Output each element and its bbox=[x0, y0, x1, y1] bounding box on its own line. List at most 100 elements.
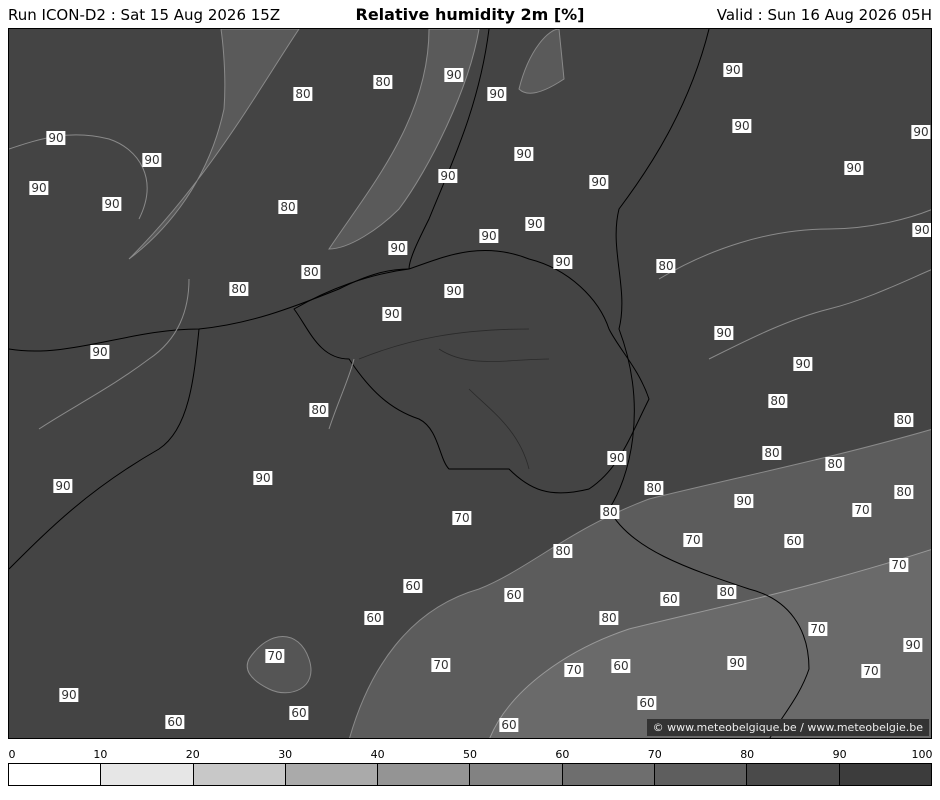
contour-label: 60 bbox=[165, 715, 185, 729]
contour-label: 80 bbox=[768, 394, 788, 408]
contour-label: 90 bbox=[607, 451, 627, 465]
legend-tick-label: 30 bbox=[278, 748, 293, 761]
contour-label: 70 bbox=[431, 658, 451, 672]
contour-label: 60 bbox=[504, 588, 524, 602]
legend-tick-label: 50 bbox=[463, 748, 477, 761]
legend-tick-label: 90 bbox=[832, 748, 847, 761]
legend-tick-label: 20 bbox=[185, 748, 200, 761]
contour-label: 90 bbox=[382, 307, 402, 321]
contour-label: 80 bbox=[278, 200, 298, 214]
contour-label: 90 bbox=[53, 479, 73, 493]
contour-line bbox=[38, 278, 190, 430]
contour-label: 60 bbox=[784, 534, 804, 548]
contour-label: 90 bbox=[911, 125, 931, 139]
coastline-uk bbox=[9, 328, 200, 570]
credit: © www.meteobelgique.be / www.meteobelgie… bbox=[646, 719, 929, 736]
contour-label: 90 bbox=[59, 688, 79, 702]
humidity-zone-80-n bbox=[328, 29, 480, 250]
legend-swatch bbox=[101, 764, 194, 785]
contour-label: 80 bbox=[894, 485, 914, 499]
contour-label: 70 bbox=[861, 664, 881, 678]
contour-line bbox=[246, 636, 312, 694]
contour-label: 90 bbox=[444, 68, 464, 82]
legend-swatch bbox=[747, 764, 840, 785]
contour-label: 70 bbox=[889, 558, 909, 572]
contour-label: 60 bbox=[364, 611, 384, 625]
contour-label: 60 bbox=[289, 706, 309, 720]
contour-label: 60 bbox=[499, 718, 519, 732]
contour-label: 80 bbox=[229, 282, 249, 296]
contour-label: 70 bbox=[852, 503, 872, 517]
contour-label: 80 bbox=[644, 481, 664, 495]
legend-tick-label: 10 bbox=[93, 748, 108, 761]
contour-label: 90 bbox=[589, 175, 609, 189]
contour-label: 90 bbox=[903, 638, 923, 652]
legend-swatch bbox=[470, 764, 563, 785]
contour-label: 90 bbox=[525, 217, 545, 231]
legend-tick-label: 40 bbox=[370, 748, 385, 761]
contour-label: 80 bbox=[762, 446, 782, 460]
contour-label: 90 bbox=[553, 255, 573, 269]
contour-label: 80 bbox=[717, 585, 737, 599]
legend-swatch bbox=[9, 764, 102, 785]
legend-tick-label: 80 bbox=[740, 748, 755, 761]
contour-label: 70 bbox=[683, 533, 703, 547]
contour-label: 60 bbox=[403, 579, 423, 593]
contour-label: 90 bbox=[734, 494, 754, 508]
legend-swatch bbox=[285, 764, 379, 785]
legend-ticks: 0 10 20 30 40 50 60 70 80 90 100 bbox=[8, 748, 933, 762]
coastline bbox=[9, 268, 410, 352]
contour-label: 90 bbox=[253, 471, 273, 485]
contour-label: 90 bbox=[727, 656, 747, 670]
border-belgium bbox=[293, 249, 650, 494]
contour-label: 80 bbox=[825, 457, 845, 471]
contour-label: 90 bbox=[732, 119, 752, 133]
contour-label: 90 bbox=[714, 326, 734, 340]
contour-label: 80 bbox=[894, 413, 914, 427]
border-internal bbox=[358, 328, 550, 470]
contour-label: 90 bbox=[102, 197, 122, 211]
contour-label: 90 bbox=[142, 153, 162, 167]
contour-label: 60 bbox=[637, 696, 657, 710]
contour-label: 70 bbox=[452, 511, 472, 525]
contour-label: 90 bbox=[388, 241, 408, 255]
contour-label: 70 bbox=[265, 649, 285, 663]
humidity-zone-80-ne bbox=[518, 29, 565, 94]
contour-label: 80 bbox=[599, 611, 619, 625]
humidity-map: 80 80 90 90 90 90 90 90 90 80 90 90 90 90 90 90 90 90 90 80… bbox=[8, 28, 932, 739]
contour-label: 80 bbox=[293, 87, 313, 101]
contour-line bbox=[708, 269, 931, 360]
contour-label: 90 bbox=[90, 345, 110, 359]
contour-label: 90 bbox=[444, 284, 464, 298]
contour-label: 80 bbox=[373, 75, 393, 89]
humidity-zone-80-nw bbox=[128, 29, 300, 260]
contour-label: 90 bbox=[793, 357, 813, 371]
contour-label: 60 bbox=[611, 659, 631, 673]
contour-label: 90 bbox=[438, 169, 458, 183]
legend-swatch bbox=[655, 764, 748, 785]
contour-label: 90 bbox=[487, 87, 507, 101]
legend-tick-label: 70 bbox=[647, 748, 662, 761]
legend-swatch bbox=[839, 764, 931, 785]
legend-swatch bbox=[193, 764, 286, 785]
contour-label: 80 bbox=[301, 265, 321, 279]
contour-label: 90 bbox=[29, 181, 49, 195]
legend-tick-label: 0 bbox=[8, 748, 16, 761]
contour-label: 60 bbox=[660, 592, 680, 606]
contour-label: 90 bbox=[844, 161, 864, 175]
contour-label: 80 bbox=[309, 403, 329, 417]
contour-line bbox=[9, 134, 148, 220]
contour-line bbox=[328, 358, 355, 430]
contour-label: 90 bbox=[723, 63, 743, 77]
legend-tick-label: 60 bbox=[555, 748, 570, 761]
contour-label: 90 bbox=[479, 229, 499, 243]
valid-time: Valid : Sun 16 Aug 2026 05H bbox=[716, 6, 932, 24]
legend-swatch bbox=[378, 764, 471, 785]
contour-label: 80 bbox=[600, 505, 620, 519]
legend-swatch bbox=[562, 764, 656, 785]
legend-tick-label: 100 bbox=[911, 748, 933, 761]
contour-label: 90 bbox=[46, 131, 66, 145]
contour-line bbox=[658, 209, 931, 280]
legend-colorbar bbox=[8, 763, 932, 786]
contour-label: 80 bbox=[553, 544, 573, 558]
